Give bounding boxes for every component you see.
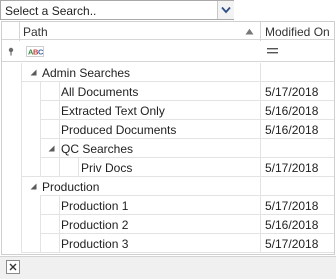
clear-filter-button[interactable] xyxy=(6,260,20,274)
search-dropdown-value: Select a Search.. xyxy=(5,4,97,18)
tree-row[interactable]: Priv Docs 5/17/2018 xyxy=(2,158,334,177)
text-filter-icon[interactable]: A B C xyxy=(26,46,44,57)
row-label: Extracted Text Only xyxy=(61,104,165,118)
chevron-down-icon xyxy=(221,6,231,14)
sort-ascending-icon[interactable] xyxy=(245,28,254,35)
row-modified-on: 5/16/2018 xyxy=(265,218,319,232)
row-modified-on: 5/17/2018 xyxy=(265,85,319,99)
expand-collapse-icon[interactable] xyxy=(30,183,37,190)
filter-row: A B C xyxy=(2,41,334,62)
grid-body: Admin Searches All Documents 5/17/2018 E… xyxy=(2,63,334,254)
row-label: Production 2 xyxy=(61,218,129,232)
close-icon xyxy=(9,263,17,271)
row-label: Admin Searches xyxy=(42,66,131,80)
search-dropdown[interactable]: Select a Search.. xyxy=(0,0,234,20)
tree-guide-line xyxy=(78,158,79,177)
tree-row[interactable]: Extracted Text Only 5/16/2018 xyxy=(2,101,334,120)
row-divider xyxy=(21,252,334,253)
row-modified-on: 5/17/2018 xyxy=(265,237,319,251)
tree-guide-line xyxy=(40,82,41,177)
tree-guide-line xyxy=(59,158,60,177)
row-modified-on: 5/16/2018 xyxy=(265,104,319,118)
tree-row[interactable]: Production 2 5/16/2018 xyxy=(2,215,334,234)
tree-row[interactable]: Production 3 5/17/2018 xyxy=(2,234,334,253)
tree-guide-line xyxy=(40,196,41,253)
row-label: Production xyxy=(42,180,100,194)
tree-guide-line xyxy=(59,82,60,158)
grid-header: Path Modified On xyxy=(2,22,334,40)
row-modified-on: 5/17/2018 xyxy=(265,161,319,175)
tree-row[interactable]: All Documents 5/17/2018 xyxy=(2,82,334,101)
tree-guide-line xyxy=(59,196,60,253)
expand-collapse-icon[interactable] xyxy=(30,69,37,76)
row-modified-on: 5/16/2018 xyxy=(265,123,319,137)
row-label: Production 3 xyxy=(61,237,129,251)
column-separator xyxy=(260,63,261,253)
svg-text:C: C xyxy=(38,48,44,57)
expand-collapse-icon[interactable] xyxy=(48,145,55,152)
search-tree-grid: Path Modified On A B C Admin Searches Al… xyxy=(1,21,335,255)
row-modified-on: 5/17/2018 xyxy=(265,199,319,213)
tree-row[interactable]: Production 1 5/17/2018 xyxy=(2,196,334,215)
equals-filter-icon[interactable] xyxy=(267,47,278,55)
tree-guide-line xyxy=(21,63,22,253)
tree-row[interactable]: Produced Documents 5/16/2018 xyxy=(2,120,334,139)
tree-row[interactable]: QC Searches xyxy=(2,139,334,158)
dropdown-toggle-button[interactable] xyxy=(217,1,234,19)
tree-row[interactable]: Admin Searches xyxy=(2,63,334,82)
row-label: QC Searches xyxy=(61,142,134,156)
row-label: Produced Documents xyxy=(61,123,177,137)
row-label: Priv Docs xyxy=(81,161,133,175)
row-label: All Documents xyxy=(61,85,139,99)
pin-icon[interactable] xyxy=(7,47,15,56)
row-label: Production 1 xyxy=(61,199,129,213)
tree-row[interactable]: Production xyxy=(2,177,334,196)
filter-panel-footer xyxy=(0,256,336,279)
